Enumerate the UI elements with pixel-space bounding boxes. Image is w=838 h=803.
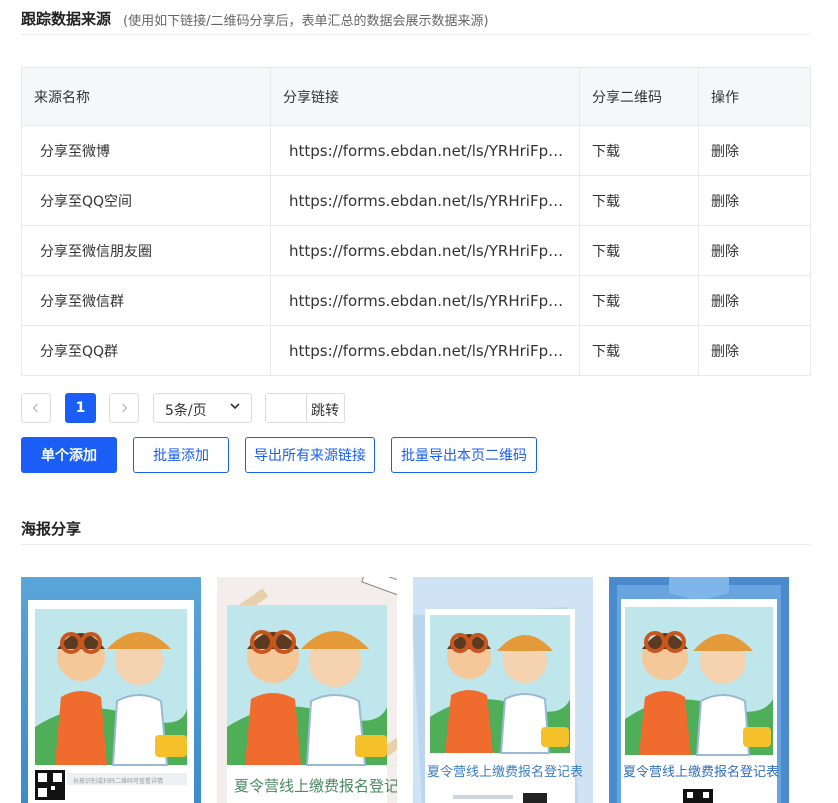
- page-jump: 跳转: [265, 393, 345, 423]
- delete-link[interactable]: 删除: [711, 194, 739, 210]
- download-qr-link[interactable]: 下载: [592, 144, 620, 160]
- col-header-operation: 操作: [698, 67, 811, 126]
- share-link[interactable]: https://forms.ebdan.net/ls/YRHriFpo?bt..…: [270, 175, 580, 226]
- download-qr-link[interactable]: 下载: [592, 294, 620, 310]
- download-qr-link[interactable]: 下载: [592, 194, 620, 210]
- col-header-source-name: 来源名称: [21, 67, 271, 126]
- delete-link[interactable]: 删除: [711, 244, 739, 260]
- share-link[interactable]: https://forms.ebdan.net/ls/YRHriFpo?bt..…: [270, 225, 580, 276]
- batch-add-button[interactable]: 批量添加: [133, 437, 229, 473]
- page-1-button[interactable]: 1: [65, 393, 96, 423]
- delete-link[interactable]: 删除: [711, 144, 739, 160]
- share-link[interactable]: https://forms.ebdan.net/ls/YRHriFpo?bt..…: [270, 325, 580, 376]
- poster-card[interactable]: 夏令营线上缴费报名登记表: [413, 577, 593, 803]
- share-link[interactable]: https://forms.ebdan.net/ls/YRHriFpo?bt..…: [270, 125, 580, 176]
- delete-link[interactable]: 删除: [711, 294, 739, 310]
- page-size-select[interactable]: 5条/页: [153, 393, 252, 423]
- chevron-right-icon: [122, 403, 128, 413]
- table-row: 分享至微信朋友圈 https://forms.ebdan.net/ls/YRHr…: [21, 225, 811, 276]
- track-section-title: 跟踪数据来源: [21, 10, 112, 28]
- poster-card[interactable]: 夏令营线上缴费报名登记表: [217, 577, 397, 803]
- table-row: 分享至QQ空间 https://forms.ebdan.net/ls/YRHri…: [21, 175, 811, 226]
- poster-caption: 长按识别或扫码二维码可查看详情: [73, 778, 164, 785]
- chevron-left-icon: [32, 403, 38, 413]
- download-qr-link[interactable]: 下载: [592, 244, 620, 260]
- source-name: 分享至QQ群: [21, 325, 271, 376]
- track-section-hint: (使用如下链接/二维码分享后，表单汇总的数据会展示数据来源): [123, 14, 489, 29]
- source-name: 分享至微信群: [21, 275, 271, 326]
- col-header-share-qr: 分享二维码: [579, 67, 699, 126]
- col-header-share-link: 分享链接: [270, 67, 580, 126]
- source-name: 分享至微博: [21, 125, 271, 176]
- page-size-value: 5条/页: [165, 403, 207, 419]
- export-links-button[interactable]: 导出所有来源链接: [245, 437, 375, 473]
- table-row: 分享至QQ群 https://forms.ebdan.net/ls/YRHriF…: [21, 325, 811, 376]
- source-table: 来源名称 分享链接 分享二维码 操作 分享至微博 https://forms.e…: [21, 67, 811, 376]
- track-section-header: 跟踪数据来源 (使用如下链接/二维码分享后，表单汇总的数据会展示数据来源): [21, 0, 810, 35]
- poster-card[interactable]: 长按识别或扫码二维码可查看详情: [21, 577, 201, 803]
- poster-section-title: 海报分享: [21, 520, 82, 538]
- table-row: 分享至微信群 https://forms.ebdan.net/ls/YRHriF…: [21, 275, 811, 326]
- poster-title: 夏令营线上缴费报名登记表: [427, 765, 584, 780]
- prev-page-button[interactable]: [21, 393, 51, 423]
- next-page-button[interactable]: [109, 393, 139, 423]
- poster-card[interactable]: 夏令营线上缴费报名登记表: [609, 577, 789, 803]
- source-name: 分享至微信朋友圈: [21, 225, 271, 276]
- download-qr-link[interactable]: 下载: [592, 344, 620, 360]
- table-row: 分享至微博 https://forms.ebdan.net/ls/YRHriFp…: [21, 125, 811, 176]
- single-add-button[interactable]: 单个添加: [21, 437, 117, 473]
- export-qr-button[interactable]: 批量导出本页二维码: [391, 437, 537, 473]
- source-name: 分享至QQ空间: [21, 175, 271, 226]
- chevron-down-icon: [229, 400, 241, 415]
- page-jump-input[interactable]: [266, 394, 307, 422]
- table-header-row: 来源名称 分享链接 分享二维码 操作: [21, 67, 811, 126]
- poster-title: 夏令营线上缴费报名登记表: [234, 777, 397, 795]
- poster-illustration: [28, 600, 194, 803]
- poster-illustration: [227, 577, 397, 803]
- poster-title: 夏令营线上缴费报名登记表: [623, 765, 780, 780]
- share-link[interactable]: https://forms.ebdan.net/ls/YRHriFpo?bt..…: [270, 275, 580, 326]
- page-jump-label[interactable]: 跳转: [311, 400, 339, 420]
- delete-link[interactable]: 删除: [711, 344, 739, 360]
- poster-section-header: 海报分享: [21, 509, 810, 545]
